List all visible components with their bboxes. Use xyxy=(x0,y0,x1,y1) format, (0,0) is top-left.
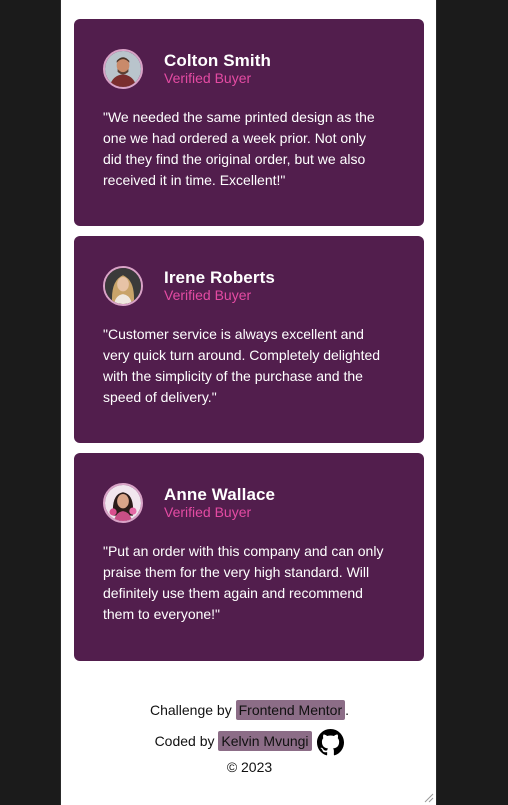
challenge-suffix: . xyxy=(345,702,349,718)
person-photo-icon xyxy=(105,51,141,87)
avatar xyxy=(103,483,143,523)
person-name: Irene Roberts xyxy=(164,268,275,287)
person-photo-icon xyxy=(105,268,141,304)
avatar xyxy=(103,266,143,306)
person-name: Anne Wallace xyxy=(164,485,276,504)
person-info: Colton Smith Verified Buyer xyxy=(164,51,271,87)
challenge-prefix: Challenge by xyxy=(149,702,232,718)
person-role: Verified Buyer xyxy=(164,70,252,86)
person-role: Verified Buyer xyxy=(164,287,252,303)
person-role: Verified Buyer xyxy=(164,504,252,520)
frontend-mentor-link[interactable]: Frontend Mentor xyxy=(235,700,346,720)
testimonial-header: Irene Roberts Verified Buyer xyxy=(103,266,395,306)
testimonial-card: Colton Smith Verified Buyer "We needed t… xyxy=(74,19,424,226)
testimonial-card: Anne Wallace Verified Buyer "Put an orde… xyxy=(74,453,424,661)
testimonial-header: Colton Smith Verified Buyer xyxy=(103,49,395,89)
testimonial-quote: "Customer service is always excellent an… xyxy=(103,326,381,405)
avatar xyxy=(103,49,143,89)
page-frame: Colton Smith Verified Buyer "We needed t… xyxy=(60,0,437,805)
person-name: Colton Smith xyxy=(164,51,271,70)
person-info: Anne Wallace Verified Buyer xyxy=(164,485,276,521)
testimonial-quote: "Put an order with this company and can … xyxy=(103,543,384,622)
coded-prefix: Coded by xyxy=(154,733,215,750)
testimonial-card: Irene Roberts Verified Buyer "Customer s… xyxy=(74,236,424,443)
github-icon[interactable] xyxy=(317,729,345,756)
attribution-coded-by: Coded by Kelvin Mvungi xyxy=(61,729,436,756)
person-photo-icon xyxy=(105,485,141,521)
testimonial-quote: "We needed the same printed design as th… xyxy=(103,109,375,188)
person-info: Irene Roberts Verified Buyer xyxy=(164,268,275,304)
resize-grip-icon[interactable] xyxy=(422,791,434,803)
copyright: © 2023 xyxy=(226,759,273,775)
testimonial-header: Anne Wallace Verified Buyer xyxy=(103,483,395,523)
author-link[interactable]: Kelvin Mvungi xyxy=(218,731,312,752)
attribution-challenge: Challenge by Frontend Mentor. xyxy=(61,700,436,720)
